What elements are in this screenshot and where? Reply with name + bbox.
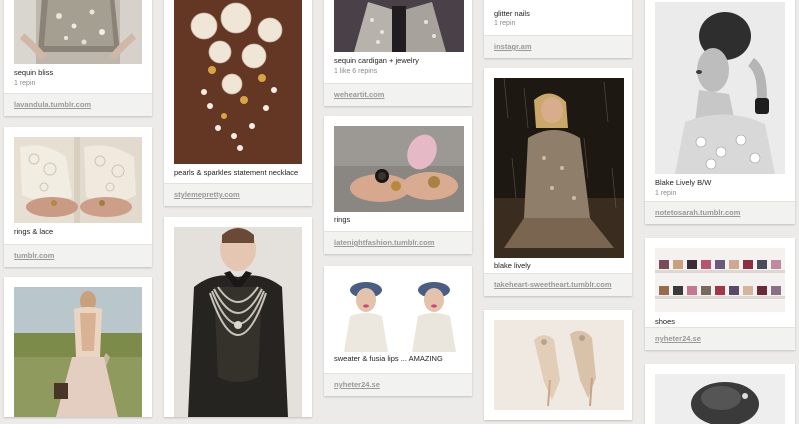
- pin-caption: sequin cardigan + jewelry: [334, 56, 419, 65]
- pin-footer: lavandula.tumblr.com: [4, 93, 152, 116]
- pin-chanel-blouse[interactable]: [164, 217, 312, 417]
- pin-glitter-nails[interactable]: glitter nails 1 repin instagr.am: [484, 0, 632, 58]
- blake-lively-rain-photo[interactable]: [494, 78, 624, 258]
- pin-caption: sequin bliss: [14, 68, 54, 77]
- pin-rings[interactable]: rings latenightfashion.tumblr.com: [324, 116, 472, 254]
- backless-dress-photo[interactable]: [14, 287, 142, 417]
- chanel-chains-blouse-photo[interactable]: [174, 227, 302, 417]
- pin-footer: nyheter24.se: [645, 327, 795, 350]
- pin-sequin-cardigan[interactable]: sequin cardigan + jewelry 1 like 6 repin…: [324, 0, 472, 106]
- pin-backless-dress[interactable]: [4, 277, 152, 417]
- sweater-hats-photo[interactable]: [334, 272, 464, 352]
- pin-source-link[interactable]: takeheart-sweetheart.tumblr.com: [494, 280, 612, 289]
- pin-source-link[interactable]: stylemepretty.com: [174, 190, 240, 199]
- pin-stats: 1 like 6 repins: [334, 68, 378, 75]
- pin-stats: 1 repin: [14, 80, 36, 87]
- pin-source-link[interactable]: weheartit.com: [334, 90, 384, 99]
- pin-source-link[interactable]: latenightfashion.tumblr.com: [334, 238, 434, 247]
- pin-blake-bw[interactable]: Blake Lively B/W 1 repin notetosarah.tum…: [645, 0, 795, 224]
- pin-caption: blake lively: [494, 261, 531, 270]
- pin-pearls-necklace[interactable]: pearls & sparkles statement necklace sty…: [164, 0, 312, 206]
- lace-hands-rings-photo[interactable]: [14, 137, 142, 223]
- pin-source-link[interactable]: tumblr.com: [14, 251, 54, 260]
- blake-lively-bw-photo[interactable]: [655, 2, 785, 174]
- sequin-skirt-photo[interactable]: [14, 0, 142, 64]
- pearl-necklace-photo[interactable]: [174, 0, 302, 164]
- pin-caption: rings: [334, 215, 351, 224]
- pin-updo[interactable]: [645, 364, 795, 424]
- pin-caption: rings & lace: [14, 227, 54, 236]
- pin-blake-lively[interactable]: blake lively takeheart-sweetheart.tumblr…: [484, 68, 632, 296]
- pin-footer: tumblr.com: [4, 244, 152, 267]
- pin-source-link[interactable]: instagr.am: [494, 42, 532, 51]
- updo-hair-photo[interactable]: [655, 374, 785, 424]
- shoe-shelves-photo[interactable]: [655, 248, 785, 312]
- pin-shoes[interactable]: shoes nyheter24.se: [645, 238, 795, 350]
- pin-stats: 1 repin: [494, 20, 516, 27]
- pin-footer: weheartit.com: [324, 83, 472, 106]
- pin-source-link[interactable]: lavandula.tumblr.com: [14, 100, 91, 109]
- heels-photo[interactable]: [494, 320, 624, 410]
- pin-source-link[interactable]: nyheter24.se: [655, 334, 701, 343]
- pin-caption: glitter nails: [494, 9, 530, 18]
- pin-source-link[interactable]: nyheter24.se: [334, 380, 380, 389]
- pin-source-link[interactable]: notetosarah.tumblr.com: [655, 208, 740, 217]
- pin-footer: nyheter24.se: [324, 373, 472, 396]
- pin-caption: pearls & sparkles statement necklace: [174, 168, 299, 177]
- pin-footer: instagr.am: [484, 35, 632, 58]
- pin-sequin-bliss[interactable]: sequin bliss 1 repin lavandula.tumblr.co…: [4, 0, 152, 116]
- pin-footer: takeheart-sweetheart.tumblr.com: [484, 273, 632, 296]
- sequin-cardigan-photo[interactable]: [334, 0, 464, 52]
- pin-footer: notetosarah.tumblr.com: [645, 201, 795, 224]
- pin-heels[interactable]: [484, 310, 632, 420]
- cocktail-rings-photo[interactable]: [334, 126, 464, 212]
- pin-caption: shoes: [655, 317, 676, 326]
- pin-caption: sweater & fusia lips ... AMAZING: [334, 354, 443, 363]
- pin-footer: stylemepretty.com: [164, 183, 312, 206]
- pin-footer: latenightfashion.tumblr.com: [324, 231, 472, 254]
- pin-caption: Blake Lively B/W: [655, 178, 712, 187]
- pin-rings-lace[interactable]: rings & lace tumblr.com: [4, 127, 152, 267]
- pin-sweater-lips[interactable]: sweater & fusia lips ... AMAZING nyheter…: [324, 266, 472, 396]
- pin-stats: 1 repin: [655, 190, 677, 197]
